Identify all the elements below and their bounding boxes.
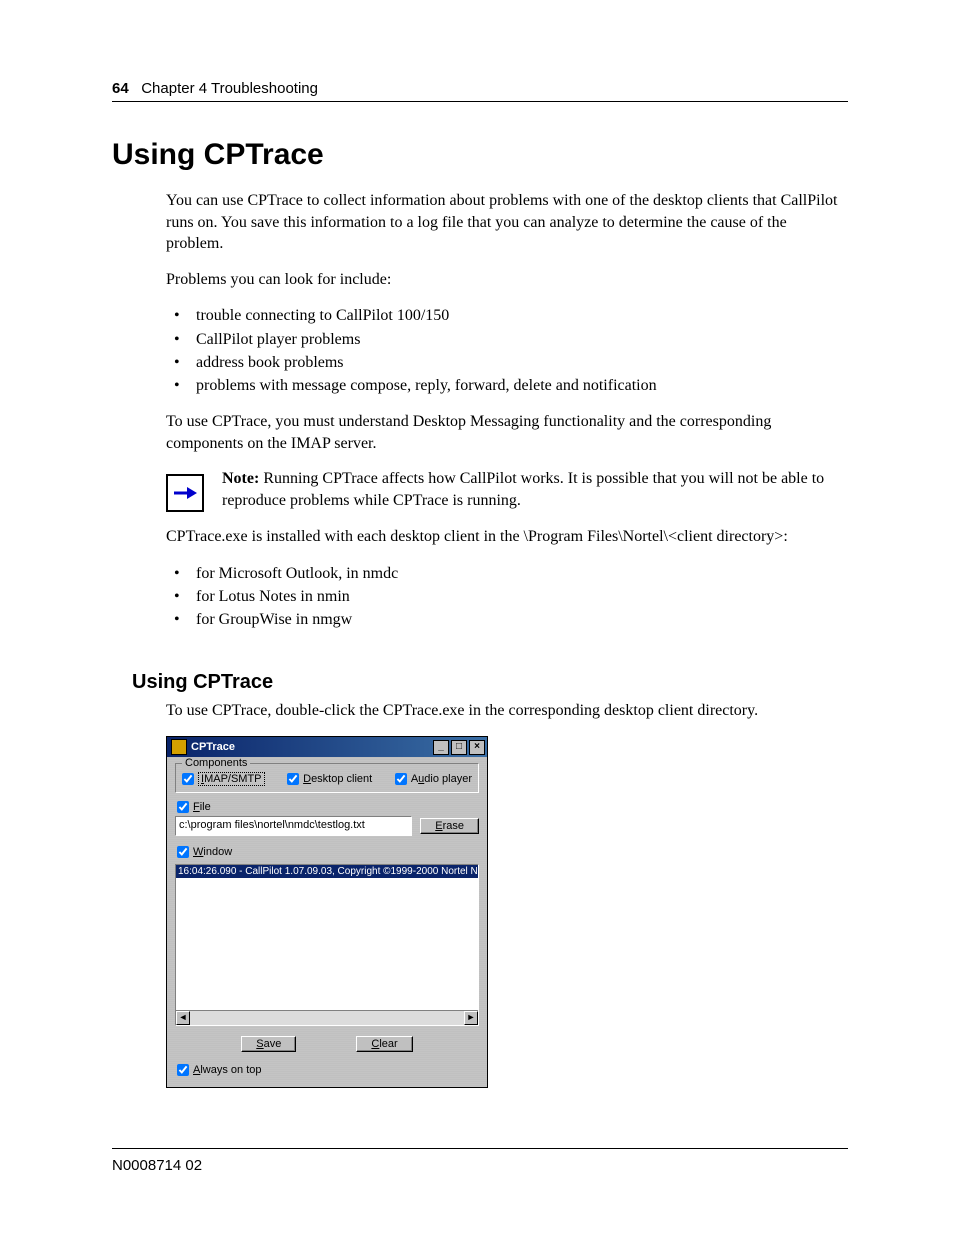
sub-heading: Using CPTrace [132,671,848,694]
maximize-button[interactable]: □ [451,740,467,755]
scroll-left-button[interactable]: ◄ [176,1011,190,1025]
list-item: for GroupWise in nmgw [166,608,848,631]
note-body: Running CPTrace affects how CallPilot wo… [222,470,824,509]
always-on-top-input[interactable] [177,1064,189,1076]
window-input[interactable] [177,846,189,858]
minimize-button[interactable]: _ [433,740,449,755]
list-item: trouble connecting to CallPilot 100/150 [166,304,848,327]
page-footer: N0008714 02 [112,1148,848,1174]
cptrace-window: CPTrace _ □ × Components IIMAP/SMTPMAP/S… [166,736,488,1088]
note-text: Note: Running CPTrace affects how CallPi… [222,468,848,511]
note-block: Note: Running CPTrace affects how CallPi… [166,468,848,512]
components-legend: Components [182,757,250,769]
list-item: problems with message compose, reply, fo… [166,374,848,397]
imap-smtp-checkbox[interactable]: IIMAP/SMTPMAP/SMTP [182,772,265,786]
h-scrollbar[interactable]: ◄ ► [176,1010,478,1025]
page-header: 64 Chapter 4 Troubleshooting [112,80,848,102]
clients-list: for Microsoft Outlook, in nmdc for Lotus… [166,562,848,632]
note-label: Note: [222,470,259,487]
close-button[interactable]: × [469,740,485,755]
clear-button[interactable]: Clear [356,1036,412,1052]
intro-paragraph: You can use CPTrace to collect informati… [166,190,848,255]
main-heading: Using CPTrace [112,138,848,172]
audio-player-checkbox[interactable]: Audio player [395,773,472,785]
install-paragraph: CPTrace.exe is installed with each deskt… [166,526,848,548]
save-button[interactable]: Save [241,1036,296,1052]
sub-paragraph: To use CPTrace, double-click the CPTrace… [166,700,848,722]
problems-intro: Problems you can look for include: [166,269,848,291]
page-number: 64 [112,80,129,97]
components-groupbox: Components IIMAP/SMTPMAP/SMTP Desktop cl… [175,763,479,793]
desktop-client-checkbox[interactable]: Desktop client [287,773,372,785]
file-path-field[interactable]: c:\program files\nortel\nmdc\testlog.txt [175,816,412,836]
log-area[interactable]: 16:04:26.090 - CallPilot 1.07.09.03, Cop… [175,864,479,1026]
problems-list: trouble connecting to CallPilot 100/150 … [166,304,848,397]
always-on-top-checkbox[interactable]: Always on top [177,1064,262,1076]
file-input[interactable] [177,801,189,813]
arrow-icon [166,474,204,512]
erase-button[interactable]: Erase [420,818,479,834]
file-checkbox[interactable]: File [177,801,211,813]
window-title: CPTrace [191,741,235,753]
list-item: CallPilot player problems [166,328,848,351]
audio-player-input[interactable] [395,773,407,785]
chapter-title: Chapter 4 Troubleshooting [141,80,318,97]
understand-paragraph: To use CPTrace, you must understand Desk… [166,411,848,454]
window-checkbox[interactable]: Window [177,846,232,858]
list-item: address book problems [166,351,848,374]
app-icon [171,739,187,755]
desktop-client-input[interactable] [287,773,299,785]
imap-smtp-input[interactable] [182,773,194,785]
titlebar[interactable]: CPTrace _ □ × [167,737,487,757]
list-item: for Microsoft Outlook, in nmdc [166,562,848,585]
list-item: for Lotus Notes in nmin [166,585,848,608]
log-line: 16:04:26.090 - CallPilot 1.07.09.03, Cop… [176,865,478,878]
scroll-right-button[interactable]: ► [464,1011,478,1025]
